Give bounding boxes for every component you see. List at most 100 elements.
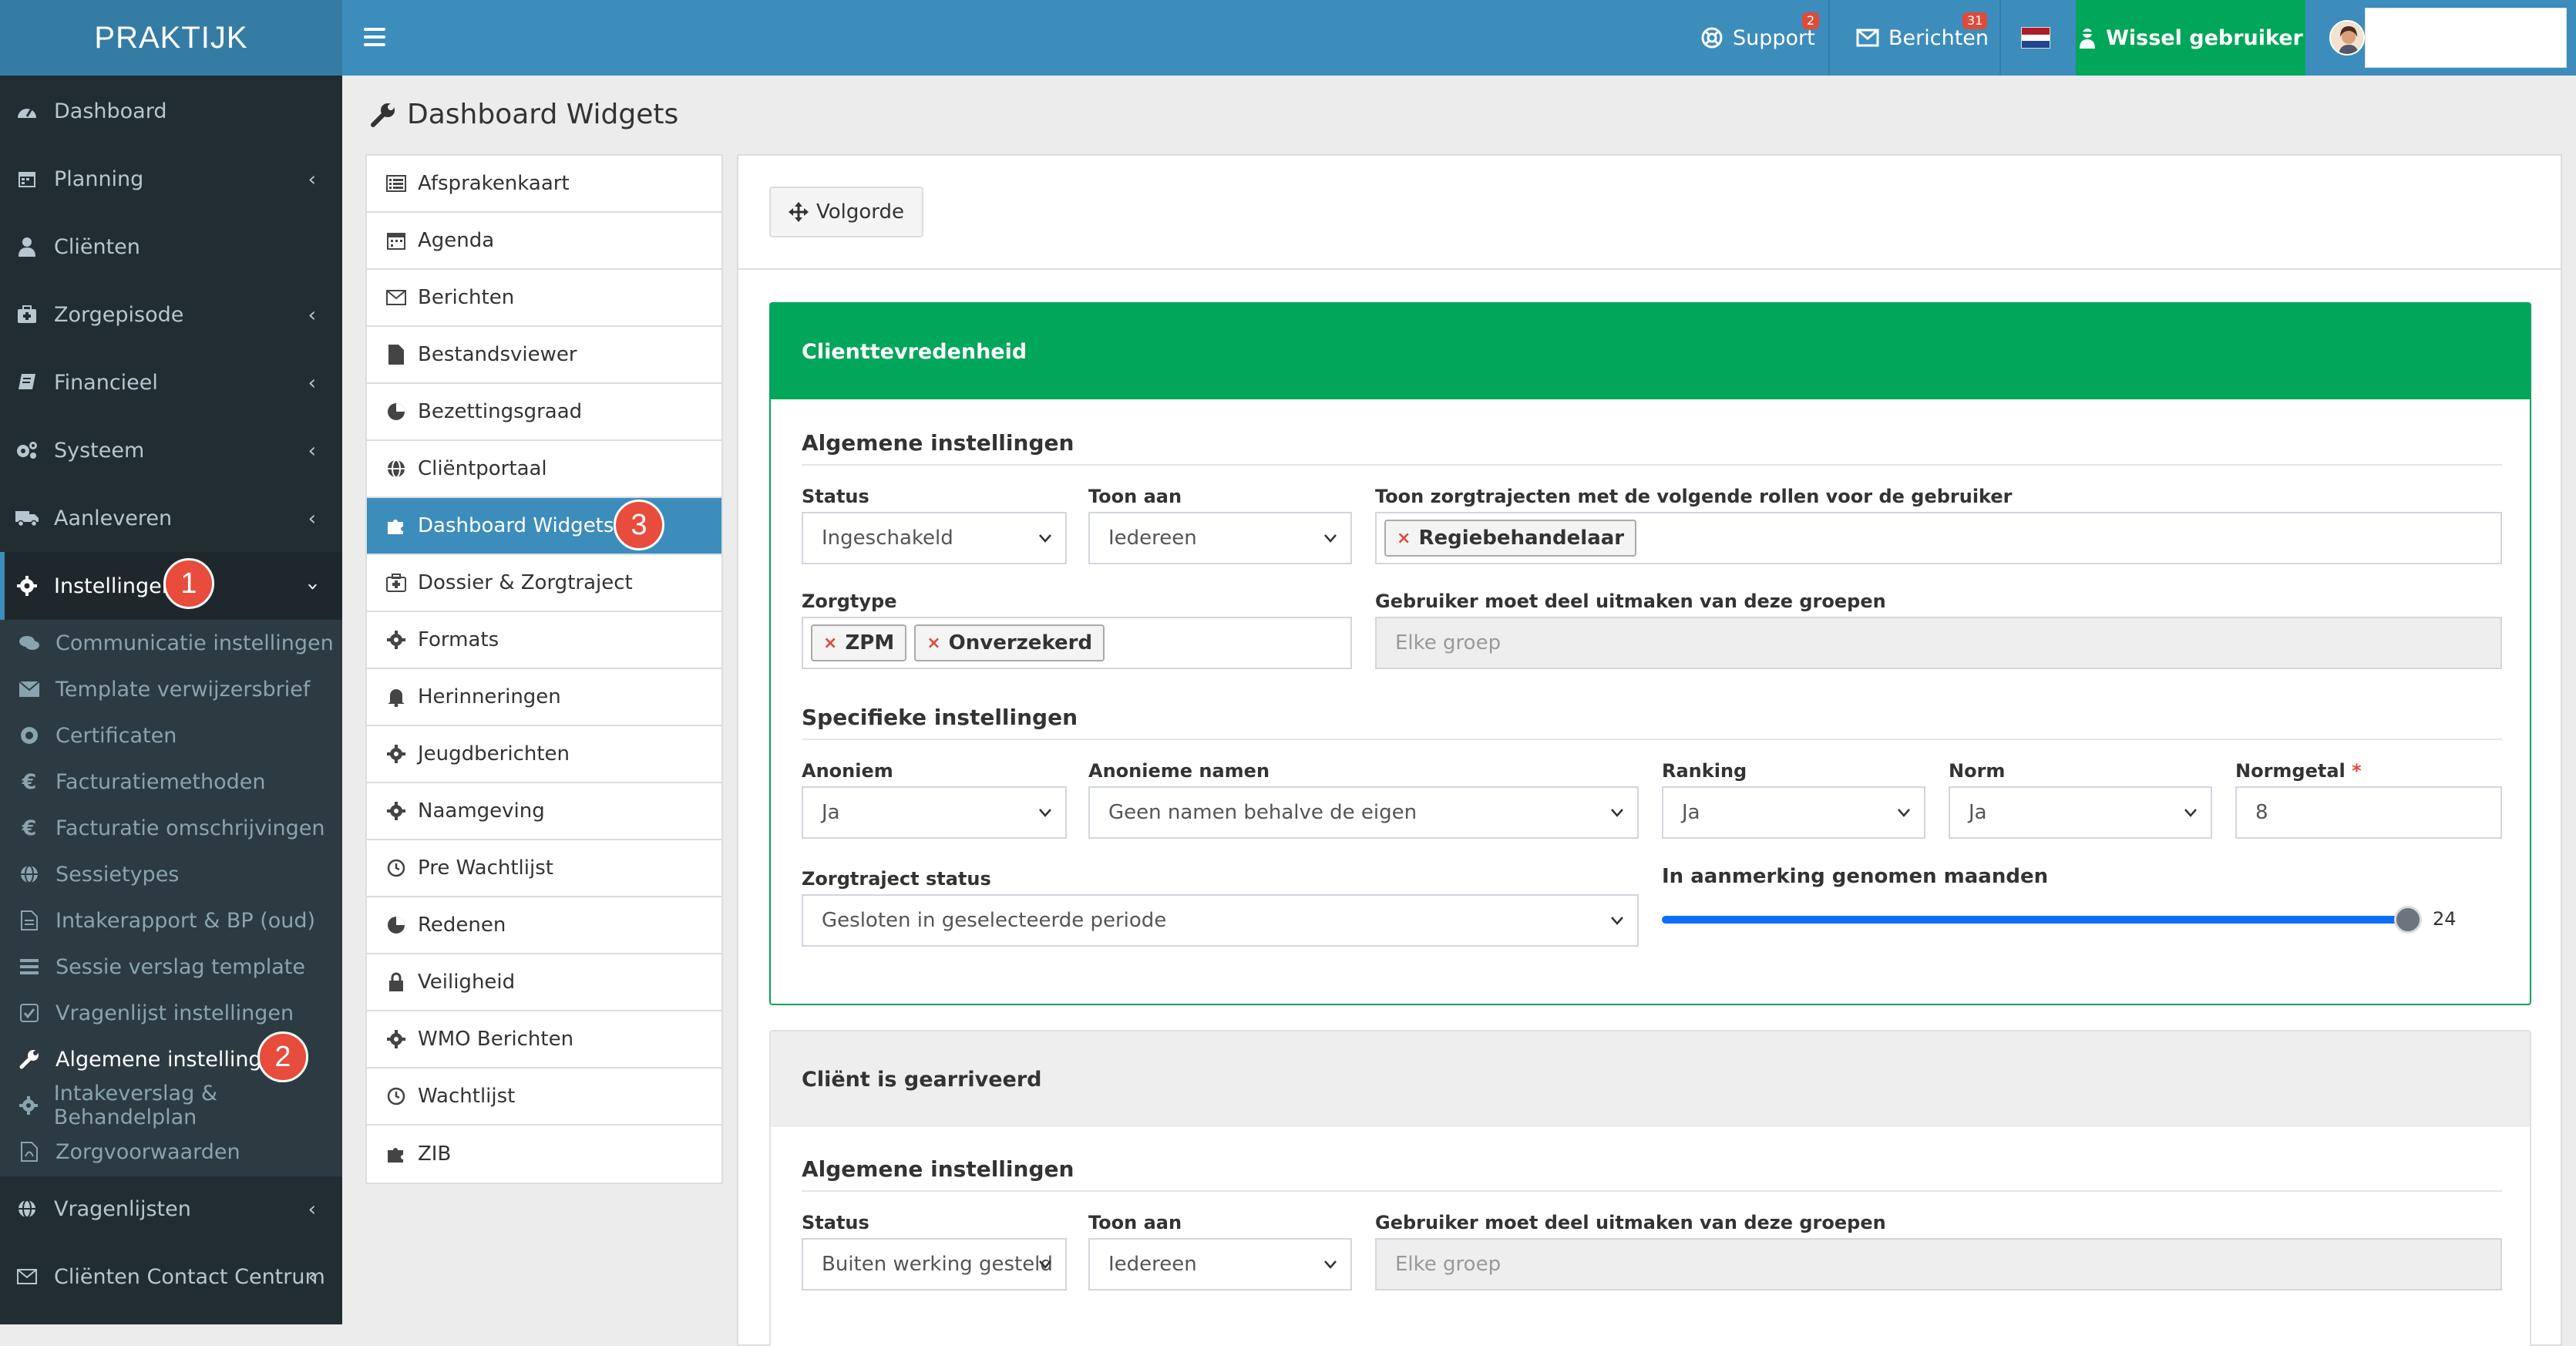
- file-text-icon: [18, 910, 40, 931]
- show-to-label: Toon aan: [1088, 1212, 1182, 1233]
- berichten-label: Berichten: [1888, 25, 1989, 50]
- widget-menu-item-veiligheid[interactable]: Veiligheid: [367, 954, 721, 1011]
- status-select[interactable]: Ingeschakeld: [802, 512, 1067, 564]
- roles-multiselect[interactable]: × Regiebehandelaar: [1375, 512, 2502, 564]
- support-link[interactable]: Support: [1700, 0, 1815, 76]
- wrench-icon: [18, 1048, 40, 1070]
- sidebar-subitem-template-verwijzersbrief[interactable]: Template verwijzersbrief: [0, 666, 342, 712]
- widget-menu-item-clientportaal[interactable]: Cliëntportaal: [367, 441, 721, 498]
- gear-icon: [18, 1095, 39, 1116]
- sidebar-item-label: Financieel: [54, 370, 158, 395]
- section-divider: [802, 739, 2502, 740]
- months-slider-track[interactable]: [1662, 916, 2408, 924]
- switch-user-button[interactable]: Wissel gebruiker: [2076, 0, 2305, 76]
- normgetal-input[interactable]: 8: [2235, 786, 2502, 839]
- groups-input[interactable]: Elke groep: [1375, 617, 2502, 669]
- switch-user-label: Wissel gebruiker: [2106, 25, 2303, 50]
- sidebar-subitem-sessietypes[interactable]: Sessietypes: [0, 851, 342, 897]
- show-to-select[interactable]: Iedereen: [1088, 512, 1352, 564]
- envelope-icon: [1856, 29, 1879, 47]
- zorgtype-label: Zorgtype: [802, 591, 897, 612]
- norm-select[interactable]: Ja: [1949, 786, 2212, 839]
- status-select[interactable]: Buiten werking gesteld: [802, 1238, 1067, 1290]
- zorgtype-multiselect[interactable]: × ZPM × Onverzekerd: [802, 617, 1352, 669]
- sidebar-subitem-label: Intakeverslag & Behandelplan: [53, 1082, 217, 1129]
- widget-menu-item-herinneringen[interactable]: Herinneringen: [367, 669, 721, 726]
- app-logo[interactable]: PRAKTIJK: [0, 0, 342, 76]
- calendar-icon: [15, 167, 39, 190]
- euro-icon: €: [22, 816, 37, 840]
- top-navbar: PRAKTIJK Support 2 Berichten 31 Wissel g…: [0, 0, 2576, 76]
- groups-label: Gebruiker moet deel uitmaken van deze gr…: [1375, 591, 1886, 612]
- sidebar-subitem-facturatiemethoden[interactable]: € Facturatiemethoden: [0, 759, 342, 805]
- sidebar-item-planning[interactable]: Planning ‹: [0, 145, 342, 213]
- user-name-box[interactable]: [2365, 8, 2567, 68]
- traject-status-select[interactable]: Gesloten in geselecteerde periode: [802, 894, 1639, 947]
- sidebar-item-label: Cliënten Contact Centrum: [54, 1264, 325, 1289]
- sidebar-item-clienten-contact-centrum[interactable]: Cliënten Contact Centrum ‹: [0, 1243, 342, 1311]
- widget-menu-item-afsprakenkaart[interactable]: Afsprakenkaart: [367, 156, 721, 213]
- groups-input[interactable]: Elke groep: [1375, 1238, 2502, 1290]
- widget-menu-item-formats[interactable]: Formats: [367, 612, 721, 669]
- sidebar-item-zorgepisode[interactable]: Zorgepisode ‹: [0, 281, 342, 348]
- show-to-select[interactable]: Iedereen: [1088, 1238, 1352, 1290]
- sidebar-subitem-certificaten[interactable]: Certificaten: [0, 712, 342, 759]
- sidebar-item-dashboard[interactable]: Dashboard: [0, 77, 342, 145]
- chevron-down-icon: [1898, 809, 1910, 817]
- sidebar-item-systeem[interactable]: Systeem ‹: [0, 416, 342, 484]
- widget-menu-item-redenen[interactable]: Redenen: [367, 897, 721, 954]
- section-title: Algemene instellingen: [802, 430, 1074, 456]
- widget-menu-item-zib[interactable]: ZIB: [367, 1126, 721, 1183]
- sidebar-subitem-communicatie[interactable]: Communicatie instellingen: [0, 620, 342, 666]
- role-tag[interactable]: × Regiebehandelaar: [1384, 520, 1637, 557]
- order-button-label: Volgorde: [816, 200, 905, 224]
- sidebar-subitem-sessie-verslag-template[interactable]: Sessie verslag template: [0, 944, 342, 990]
- check-square-icon: [18, 1002, 40, 1024]
- widget-menu-item-dossier-zorgtraject[interactable]: Dossier & Zorgtraject: [367, 555, 721, 612]
- language-selector[interactable]: [2021, 0, 2050, 76]
- months-slider-thumb[interactable]: [2394, 906, 2422, 934]
- remove-tag-icon[interactable]: ×: [926, 634, 940, 653]
- anon-names-select[interactable]: Geen namen behalve de eigen: [1088, 786, 1639, 839]
- berichten-link[interactable]: Berichten: [1856, 0, 1989, 76]
- chevron-left-icon: ‹: [308, 1198, 316, 1221]
- sidebar-item-clienten[interactable]: Cliënten: [0, 213, 342, 281]
- avatar[interactable]: [2329, 20, 2365, 56]
- gear-icon: [385, 743, 407, 765]
- sidebar-subitem-zorgvoorwaarden[interactable]: Zorgvoorwaarden: [0, 1129, 342, 1175]
- widget-menu-item-agenda[interactable]: Agenda: [367, 213, 721, 270]
- widget-menu-item-bestandsviewer[interactable]: Bestandsviewer: [367, 327, 721, 384]
- sidebar-subitem-vragenlijst-instellingen[interactable]: Vragenlijst instellingen: [0, 990, 342, 1036]
- sidebar-subitem-label: Intakerapport & BP (oud): [55, 908, 316, 933]
- remove-tag-icon[interactable]: ×: [1397, 529, 1411, 548]
- ranking-select[interactable]: Ja: [1662, 786, 1925, 839]
- sidebar-subitem-facturatie-omschrijvingen[interactable]: € Facturatie omschrijvingen: [0, 805, 342, 851]
- nav-separator: [1828, 0, 1830, 76]
- list-alt-icon: [385, 173, 407, 194]
- gear-icon: [15, 574, 39, 597]
- file-pdf-icon: [18, 1141, 40, 1163]
- widget-menu-item-jeugdberichten[interactable]: Jeugdberichten: [367, 726, 721, 783]
- remove-tag-icon[interactable]: ×: [823, 634, 837, 653]
- section-title: Specifieke instellingen: [802, 705, 1078, 730]
- zorgtype-tag[interactable]: × ZPM: [811, 624, 907, 661]
- sidebar-subitem-intakeverslag[interactable]: Intakeverslag & Behandelplan: [0, 1082, 342, 1129]
- globe-icon: [385, 458, 407, 480]
- widget-menu-item-pre-wachtlijst[interactable]: Pre Wachtlijst: [367, 840, 721, 897]
- puzzle-piece-icon: [385, 1143, 407, 1165]
- section-divider: [802, 1190, 2502, 1192]
- widget-menu-item-berichten[interactable]: Berichten: [367, 270, 721, 327]
- order-button[interactable]: Volgorde: [769, 187, 923, 237]
- anoniem-select[interactable]: Ja: [802, 786, 1067, 839]
- sidebar-item-financieel[interactable]: Financieel ‹: [0, 348, 342, 416]
- sidebar-subitem-intakerapport[interactable]: Intakerapport & BP (oud): [0, 897, 342, 944]
- widget-menu-item-wachtlijst[interactable]: Wachtlijst: [367, 1068, 721, 1126]
- zorgtype-tag[interactable]: × Onverzekerd: [914, 624, 1105, 661]
- widget-menu-item-bezettingsgraad[interactable]: Bezettingsgraad: [367, 384, 721, 441]
- widget-menu-item-dashboard-widgets[interactable]: Dashboard Widgets: [367, 498, 721, 555]
- widget-menu-item-naamgeving[interactable]: Naamgeving: [367, 783, 721, 840]
- sidebar-item-aanleveren[interactable]: Aanleveren ‹: [0, 484, 342, 552]
- sidebar-toggle-icon[interactable]: [361, 23, 388, 51]
- widget-menu-item-wmo-berichten[interactable]: WMO Berichten: [367, 1011, 721, 1068]
- sidebar-item-vragenlijsten[interactable]: Vragenlijsten ‹: [0, 1175, 342, 1243]
